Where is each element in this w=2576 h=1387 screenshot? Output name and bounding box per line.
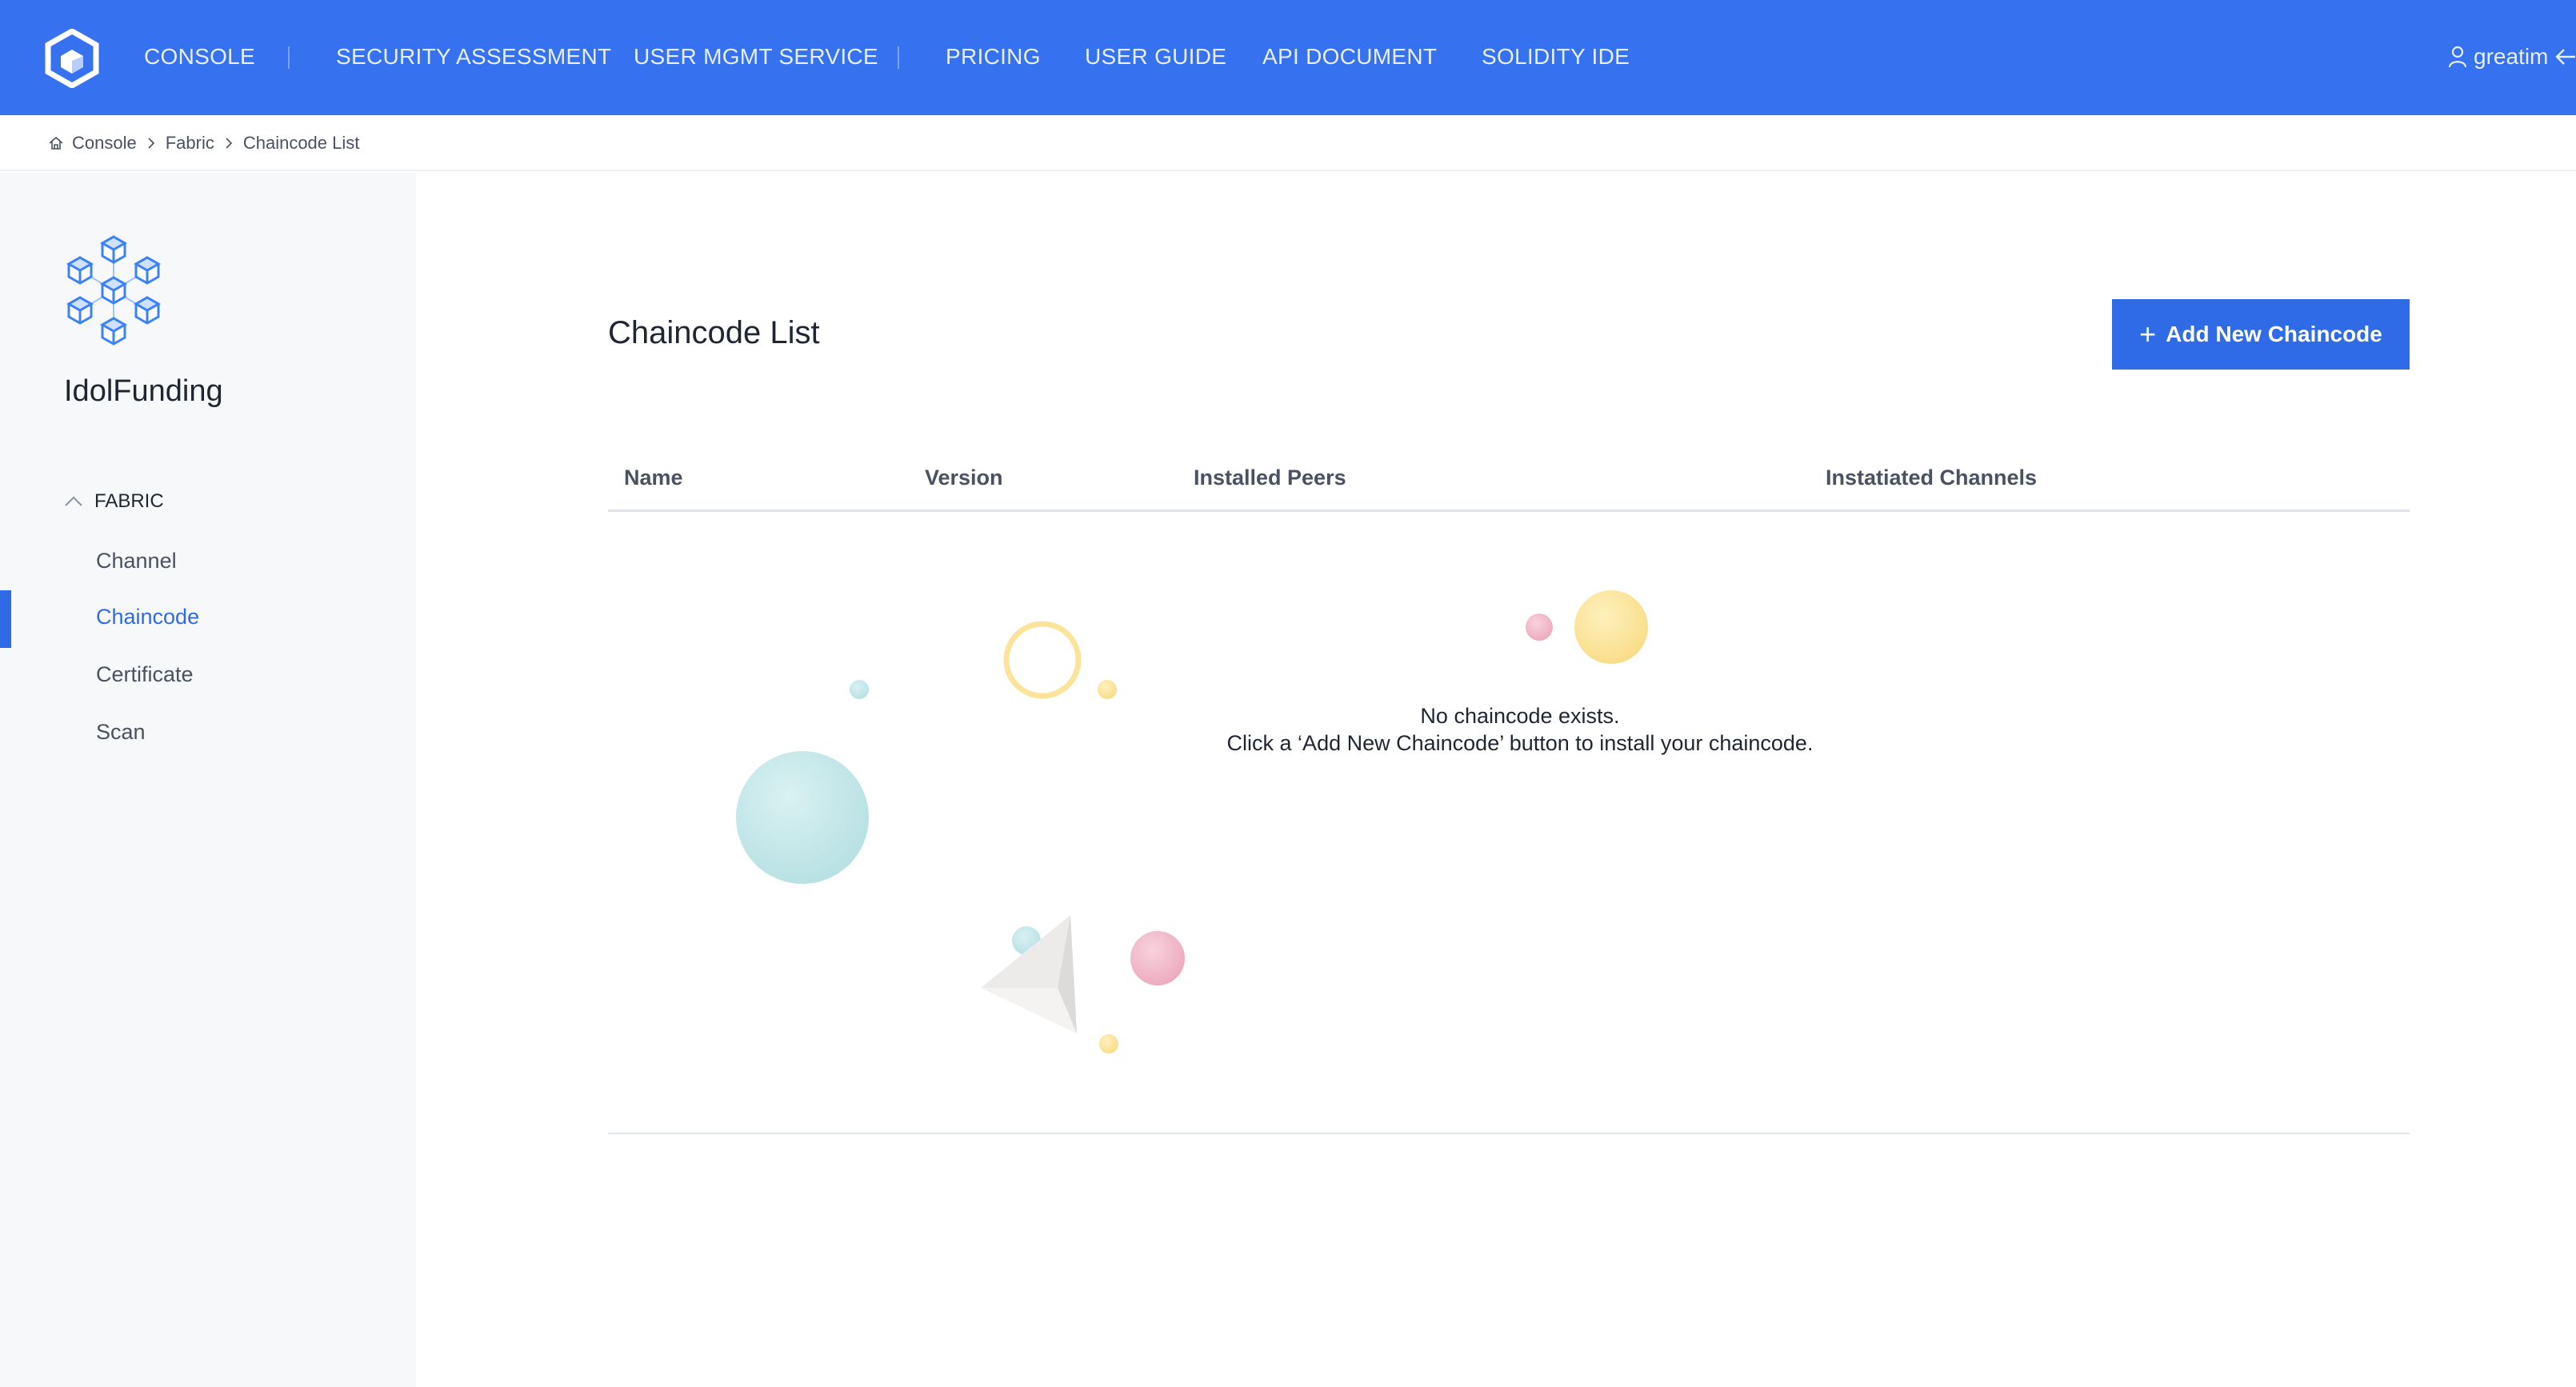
column-header-instatiated-channels[interactable]: Instatiated Channels — [1826, 466, 2037, 490]
nav-security-assessment[interactable]: SECURITY ASSESSMENT — [336, 43, 611, 70]
chevron-up-icon — [65, 496, 82, 506]
breadcrumb-chaincode-list: Chaincode List — [242, 133, 360, 153]
user-icon — [2448, 46, 2467, 68]
platform-logo-icon[interactable] — [45, 29, 99, 88]
nav-pricing[interactable]: PRICING — [946, 43, 1041, 70]
page-title: Chaincode List — [608, 315, 820, 350]
logout-arrow-icon[interactable] — [2554, 46, 2576, 67]
breadcrumb: Console Fabric Chaincode List — [48, 130, 359, 157]
active-indicator — [0, 590, 11, 648]
top-navigation-bar: CONSOLE SECURITY ASSESSMENT USER MGMT SE… — [0, 0, 2576, 115]
empty-state-hint: Click a ‘Add New Chaincode’ button to in… — [1226, 731, 1814, 755]
table-header: Name Version Installed Peers Instatiated… — [608, 453, 2410, 512]
column-header-installed-peers[interactable]: Installed Peers — [1194, 466, 1346, 490]
sidebar-item-chaincode[interactable]: Chaincode — [96, 605, 199, 630]
breadcrumb-console[interactable]: Console — [72, 133, 137, 154]
nav-divider — [898, 46, 899, 69]
nav-user-mgmt-service[interactable]: USER MGMT SERVICE — [634, 43, 878, 70]
add-new-chaincode-button[interactable]: + Add New Chaincode — [2112, 299, 2410, 370]
empty-state-illustration — [736, 590, 1648, 1053]
plus-icon: + — [2139, 318, 2157, 350]
user-menu[interactable]: greatim — [2448, 42, 2576, 72]
nav-console[interactable]: CONSOLE — [144, 43, 255, 70]
sidebar-section-label: FABRIC — [94, 490, 164, 512]
sidebar-item-scan[interactable]: Scan — [96, 720, 146, 745]
project-name: IdolFunding — [64, 374, 223, 408]
empty-state-message: No chaincode exists. — [1420, 704, 1620, 728]
sidebar-item-certificate[interactable]: Certificate — [96, 662, 194, 687]
nav-user-guide[interactable]: USER GUIDE — [1085, 43, 1226, 70]
home-icon[interactable] — [48, 135, 64, 151]
column-header-version[interactable]: Version — [925, 466, 1003, 490]
nav-solidity-ide[interactable]: SOLIDITY IDE — [1482, 43, 1630, 70]
sidebar-section-fabric[interactable]: FABRIC — [64, 490, 164, 514]
table-bottom-divider — [608, 1133, 2410, 1134]
breadcrumb-fabric[interactable]: Fabric — [166, 133, 214, 154]
column-header-name[interactable]: Name — [624, 466, 683, 490]
blockchain-cubes-icon — [67, 235, 160, 346]
chevron-right-icon — [148, 138, 154, 149]
sidebar: IdolFunding FABRIC Channel Chaincode Cer… — [0, 173, 416, 1387]
nav-divider — [288, 46, 290, 69]
user-name: greatim — [2474, 44, 2549, 69]
sidebar-item-channel[interactable]: Channel — [96, 549, 177, 574]
breadcrumb-bar: Console Fabric Chaincode List — [0, 115, 2576, 171]
add-button-label: Add New Chaincode — [2166, 322, 2382, 346]
nav-api-document[interactable]: API DOCUMENT — [1262, 43, 1437, 70]
chevron-right-icon — [226, 138, 232, 149]
